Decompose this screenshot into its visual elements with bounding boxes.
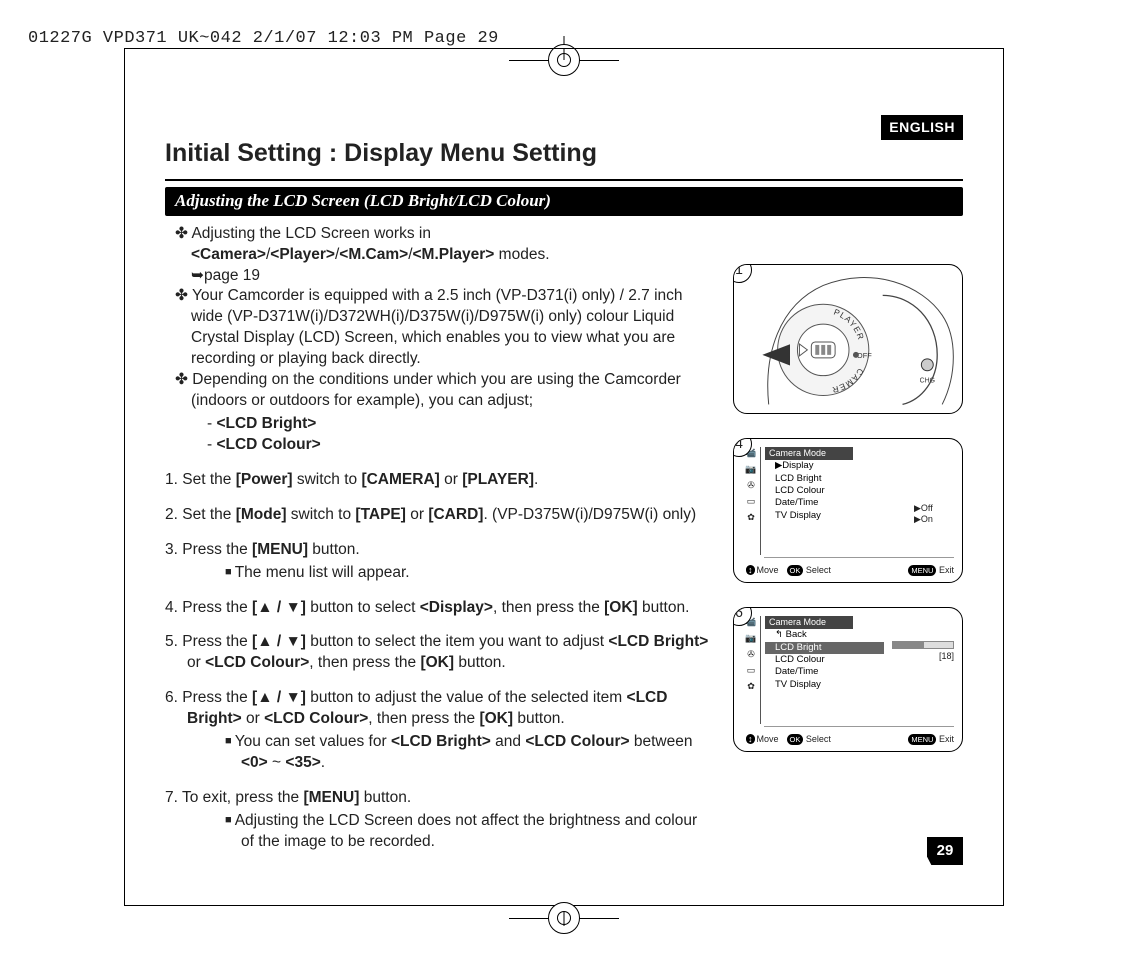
crop-mark [564, 912, 565, 926]
menu-item-selected: LCD Bright [765, 642, 884, 654]
slider-value: [18] [939, 651, 954, 661]
step-2: Set the [Mode] switch to [TAPE] or [CARD… [165, 505, 709, 526]
title-rule [165, 179, 963, 181]
value-slider [892, 641, 954, 649]
camera-icon: 📷 [745, 465, 756, 474]
step-6-sub: You can set values for <LCD Bright> and … [225, 732, 709, 774]
ok-btn-icon: OK [787, 734, 804, 745]
menu-icon-column: 📹 📷 ✇ ▭ ✿ [742, 447, 760, 555]
menu-btn-icon: MENU [908, 565, 936, 576]
language-badge: ENGLISH [881, 115, 963, 140]
figures-column: 1 CHG PLAYER [733, 224, 963, 776]
ok-btn-icon: OK [787, 565, 804, 576]
intro-line-3: ✤ Depending on the conditions under whic… [175, 370, 709, 412]
page-ref: ➥page 19 [191, 267, 260, 284]
page-frame: ENGLISH Initial Setting : Display Menu S… [124, 48, 1004, 906]
step-7: To exit, press the [MENU] button. Adjust… [165, 788, 709, 853]
adjust-item: <LCD Colour> [207, 435, 709, 456]
dial-mid-label: OFF [857, 351, 872, 360]
menu-hints: Move OK Select MENU Exit [742, 729, 954, 745]
settings-icon: ✿ [747, 682, 755, 691]
record-icon: ✇ [747, 650, 755, 659]
figure-power-switch: 1 CHG PLAYER [733, 264, 963, 414]
figure-display-menu: 4 📹 📷 ✇ ▭ ✿ Camera Mode ▶Display [733, 438, 963, 583]
settings-icon: ✿ [747, 513, 755, 522]
step-3: Press the [MENU] button. The menu list w… [165, 540, 709, 584]
step-4: Press the [▲ / ▼] button to select <Disp… [165, 598, 709, 619]
menu-icon-column: 📹 📷 ✇ ▭ ✿ [742, 616, 760, 724]
menu-item: TV Display [765, 510, 914, 522]
step-1: Set the [Power] switch to [CAMERA] or [P… [165, 470, 709, 491]
menu-title: Camera Mode [765, 616, 853, 630]
step-3-sub: The menu list will appear. [225, 563, 709, 584]
move-hint: Move [746, 733, 779, 745]
body-text-column: ✤ Adjusting the LCD Screen works in <Cam… [165, 224, 709, 867]
adjust-item: <LCD Bright> [207, 414, 709, 435]
menu-item: TV Display [765, 679, 884, 691]
intro-line-1: ✤ Adjusting the LCD Screen works in <Cam… [175, 224, 709, 287]
section-subheading: Adjusting the LCD Screen (LCD Bright/LCD… [165, 187, 963, 216]
memory-icon: ▭ [747, 666, 756, 675]
page-number: 29 [927, 837, 963, 865]
menu-item: LCD Bright [765, 473, 914, 485]
step-6: Press the [▲ / ▼] button to adjust the v… [165, 688, 709, 774]
power-switch-illustration: CHG PLAYER OFF CAMERA [734, 265, 962, 413]
menu-item: LCD Colour [765, 654, 884, 666]
figure-lcd-bright-adjust: 6 📹 📷 ✇ ▭ ✿ Camera Mode ↰ Back [733, 607, 963, 752]
slider-value-area: [18] [884, 616, 954, 724]
camera-icon: 📷 [745, 634, 756, 643]
intro-line-2: ✤ Your Camcorder is equipped with a 2.5 … [175, 286, 709, 370]
menu-side-values: ▶Off ▶On [914, 447, 954, 555]
move-hint: Move [746, 564, 779, 576]
memory-icon: ▭ [747, 497, 756, 506]
step-5: Press the [▲ / ▼] button to select the i… [165, 632, 709, 674]
page-title: Initial Setting : Display Menu Setting [165, 137, 963, 171]
menu-item: Date/Time [765, 497, 914, 509]
menu-btn-icon: MENU [908, 734, 936, 745]
menu-hints: Move OK Select MENU Exit [742, 560, 954, 576]
record-icon: ✇ [747, 481, 755, 490]
menu-title: Camera Mode [765, 447, 853, 461]
chg-label: CHG [920, 377, 935, 384]
menu-item: LCD Colour [765, 485, 914, 497]
menu-item: ▶Display [765, 460, 914, 472]
menu-back: ↰ Back [765, 629, 884, 641]
menu-item: Date/Time [765, 666, 884, 678]
step-7-sub: Adjusting the LCD Screen does not affect… [225, 811, 709, 853]
